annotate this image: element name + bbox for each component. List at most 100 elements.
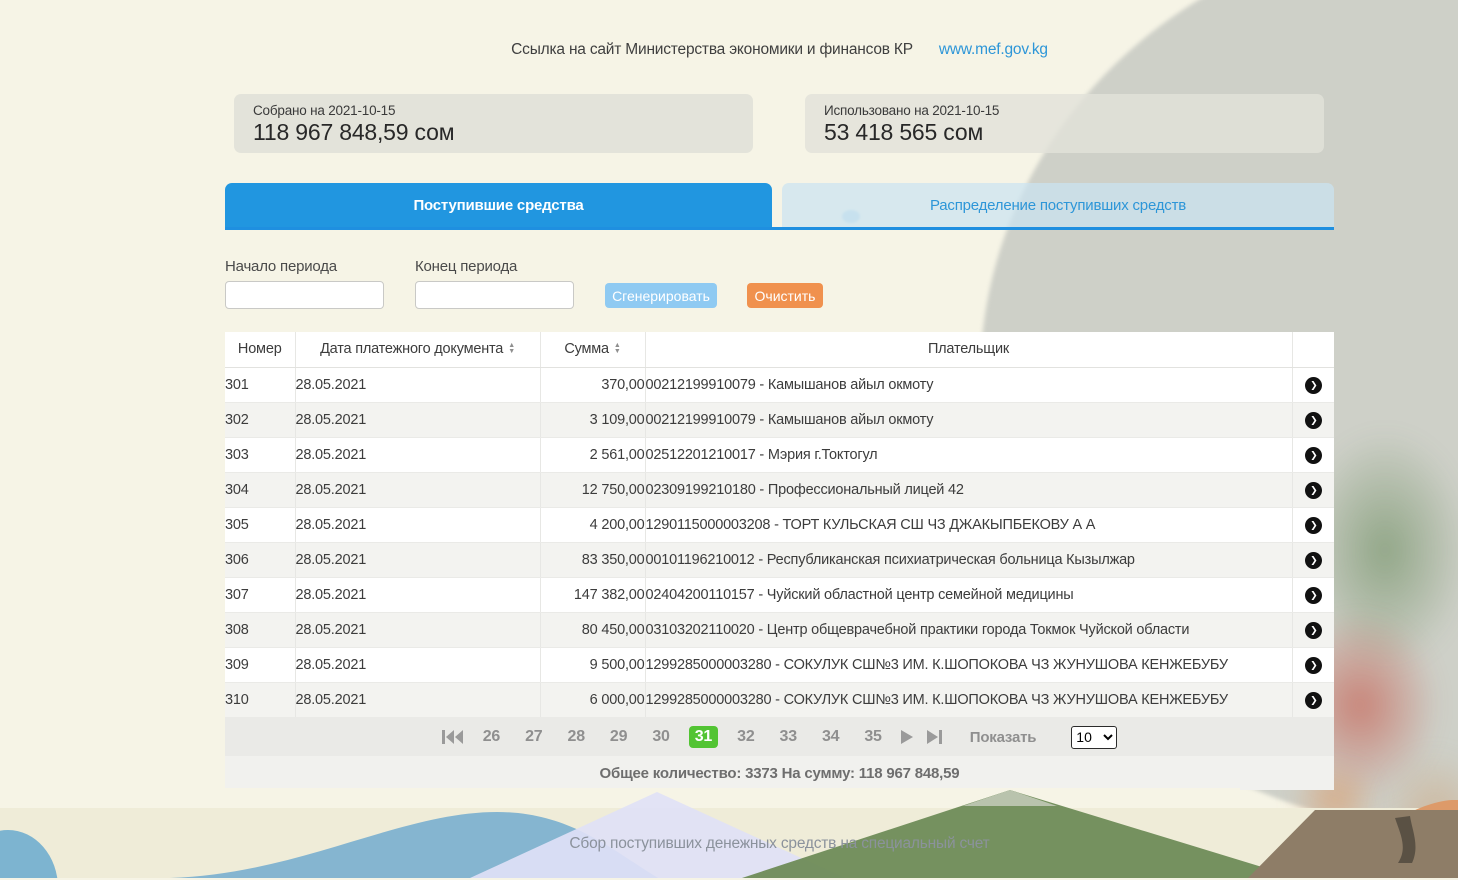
cell-number: 302: [225, 402, 295, 437]
period-start-label: Начало периода: [225, 258, 337, 275]
cell-payer: 03103202110020 - Центр общеврачебной пра…: [645, 612, 1292, 647]
cell-amount: 80 450,00: [540, 612, 645, 647]
table-row: 30828.05.202180 450,0003103202110020 - Ц…: [225, 612, 1334, 647]
footer-landscape: [0, 788, 1458, 878]
collected-summary-box: Собрано на 2021-10-15 118 967 848,59 сом: [234, 94, 753, 153]
page-button[interactable]: 30: [646, 726, 675, 748]
show-label: Показать: [970, 729, 1037, 746]
sort-icon[interactable]: ▲▼: [508, 343, 515, 355]
cell-amount: 370,00: [540, 367, 645, 402]
cell-payer: 1299285000003280 - СОКУЛУК СШ№3 ИМ. К.ШО…: [645, 647, 1292, 682]
cell-payer: 00212199910079 - Камышанов айыл окмоту: [645, 367, 1292, 402]
used-summary-box: Использовано на 2021-10-15 53 418 565 со…: [805, 94, 1324, 153]
tab-distribution-of-funds[interactable]: Распределение поступивших средств: [782, 183, 1334, 227]
sort-icon[interactable]: ▲▼: [614, 343, 621, 355]
page-button[interactable]: 34: [816, 726, 845, 748]
table-row: 30928.05.20219 500,001299285000003280 - …: [225, 647, 1334, 682]
cell-amount: 4 200,00: [540, 507, 645, 542]
cell-actions: ❯: [1292, 542, 1334, 577]
pagination-pages: 26 27 28 29 30 31 32 33 34 35: [477, 726, 888, 748]
cell-amount: 83 350,00: [540, 542, 645, 577]
row-details-arrow-icon[interactable]: ❯: [1305, 692, 1322, 709]
cell-payer: 02512201210017 - Мэрия г.Токтогул: [645, 437, 1292, 472]
first-page-icon[interactable]: [442, 730, 464, 744]
table-row: 30728.05.2021147 382,0002404200110157 - …: [225, 577, 1334, 612]
cell-amount: 147 382,00: [540, 577, 645, 612]
row-details-arrow-icon[interactable]: ❯: [1305, 552, 1322, 569]
tab-underline: [225, 227, 1334, 230]
cell-amount: 3 109,00: [540, 402, 645, 437]
page-button-active[interactable]: 31: [689, 726, 718, 748]
cell-number: 305: [225, 507, 295, 542]
cell-number: 306: [225, 542, 295, 577]
cell-date: 28.05.2021: [295, 507, 540, 542]
row-details-arrow-icon[interactable]: ❯: [1305, 412, 1322, 429]
clear-button[interactable]: Очистить: [747, 283, 823, 308]
cell-actions: ❯: [1292, 437, 1334, 472]
column-date[interactable]: Дата платежного документа▲▼: [295, 332, 540, 367]
table-row: 30428.05.202112 750,0002309199210180 - П…: [225, 472, 1334, 507]
last-page-icon[interactable]: [927, 730, 943, 744]
cell-payer: 00101196210012 - Республиканская психиат…: [645, 542, 1292, 577]
cell-number: 304: [225, 472, 295, 507]
footer-caption: Сбор поступивших денежных средств на спе…: [225, 835, 1334, 853]
page-button[interactable]: 32: [731, 726, 760, 748]
row-details-arrow-icon[interactable]: ❯: [1305, 482, 1322, 499]
column-amount[interactable]: Сумма▲▼: [540, 332, 645, 367]
row-details-arrow-icon[interactable]: ❯: [1305, 447, 1322, 464]
next-page-icon[interactable]: [901, 730, 914, 744]
cell-actions: ❯: [1292, 472, 1334, 507]
row-details-arrow-icon[interactable]: ❯: [1305, 377, 1322, 394]
cell-date: 28.05.2021: [295, 437, 540, 472]
cell-number: 307: [225, 577, 295, 612]
row-details-arrow-icon[interactable]: ❯: [1305, 622, 1322, 639]
table-row: 30228.05.20213 109,0000212199910079 - Ка…: [225, 402, 1334, 437]
mef-link-label: Ссылка на сайт Министерства экономики и …: [511, 41, 913, 58]
cell-date: 28.05.2021: [295, 542, 540, 577]
used-label: Использовано на 2021-10-15: [824, 103, 1305, 118]
totals-text: Общее количество: 3373 На сумму: 118 967…: [600, 765, 960, 782]
page-size-select[interactable]: 10: [1071, 726, 1117, 749]
row-details-arrow-icon[interactable]: ❯: [1305, 517, 1322, 534]
cell-actions: ❯: [1292, 402, 1334, 437]
cell-payer: 1299285000003280 - СОКУЛУК СШ№3 ИМ. К.ШО…: [645, 682, 1292, 717]
table-row: 30528.05.20214 200,001290115000003208 - …: [225, 507, 1334, 542]
period-end-label: Конец периода: [415, 258, 517, 275]
cell-number: 303: [225, 437, 295, 472]
page-button[interactable]: 35: [858, 726, 887, 748]
page-button[interactable]: 27: [519, 726, 548, 748]
generate-button[interactable]: Сгенерировать: [605, 283, 717, 308]
cell-number: 310: [225, 682, 295, 717]
column-number: Номер: [225, 332, 295, 367]
mef-link[interactable]: www.mef.gov.kg: [939, 41, 1048, 58]
cell-actions: ❯: [1292, 682, 1334, 717]
page-button[interactable]: 26: [477, 726, 506, 748]
cell-number: 309: [225, 647, 295, 682]
page-button[interactable]: 33: [774, 726, 803, 748]
cell-actions: ❯: [1292, 612, 1334, 647]
column-actions: [1292, 332, 1334, 367]
column-payer: Плательщик: [645, 332, 1292, 367]
cell-date: 28.05.2021: [295, 682, 540, 717]
page-button[interactable]: 28: [562, 726, 591, 748]
used-value: 53 418 565 сом: [824, 119, 1305, 146]
totals-bar: Общее количество: 3373 На сумму: 118 967…: [225, 756, 1334, 790]
cell-payer: 02404200110157 - Чуйский областной центр…: [645, 577, 1292, 612]
tab-received-funds[interactable]: Поступившие средства: [225, 183, 772, 227]
cell-date: 28.05.2021: [295, 472, 540, 507]
table-body: 30128.05.2021370,0000212199910079 - Камы…: [225, 367, 1334, 717]
row-details-arrow-icon[interactable]: ❯: [1305, 657, 1322, 674]
header-link-row: Ссылка на сайт Министерства экономики и …: [225, 41, 1334, 59]
cell-actions: ❯: [1292, 507, 1334, 542]
cell-payer: 1290115000003208 - ТОРТ КУЛЬСКАЯ СШ ЧЗ Д…: [645, 507, 1292, 542]
cell-amount: 12 750,00: [540, 472, 645, 507]
cell-amount: 9 500,00: [540, 647, 645, 682]
page-button[interactable]: 29: [604, 726, 633, 748]
period-end-input[interactable]: [415, 281, 574, 309]
cell-date: 28.05.2021: [295, 402, 540, 437]
cell-amount: 6 000,00: [540, 682, 645, 717]
collected-value: 118 967 848,59 сом: [253, 119, 734, 146]
period-start-input[interactable]: [225, 281, 384, 309]
cell-actions: ❯: [1292, 577, 1334, 612]
row-details-arrow-icon[interactable]: ❯: [1305, 587, 1322, 604]
